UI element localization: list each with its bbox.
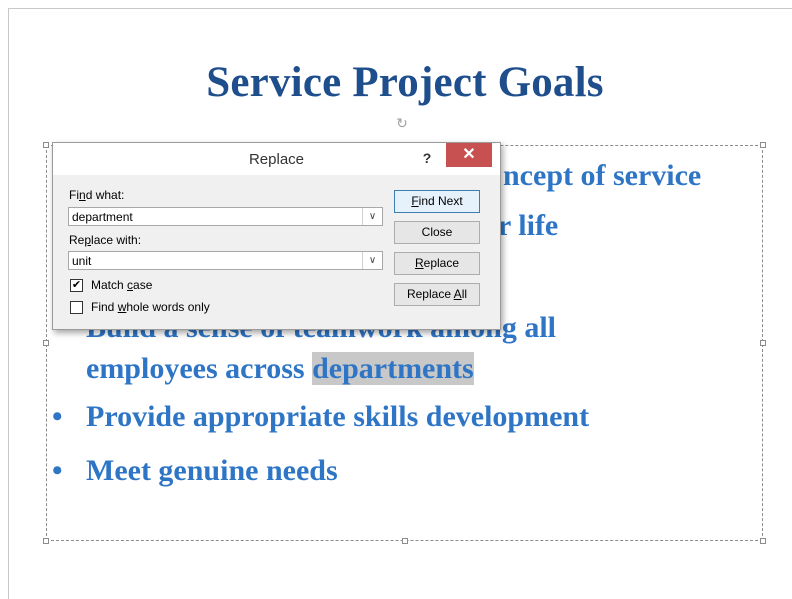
resize-handle[interactable] (760, 340, 766, 346)
dialog-titlebar[interactable]: Replace ? ✕ (53, 143, 500, 175)
replace-with-value: unit (72, 254, 92, 268)
replace-all-button[interactable]: Replace All (394, 283, 480, 306)
match-case-label: Match case (91, 278, 153, 292)
replace-with-input[interactable]: unit ∨ (68, 251, 383, 270)
bullet-line: ncept of service (503, 156, 701, 196)
resize-handle[interactable] (760, 142, 766, 148)
bullet-line: employees across departments (86, 349, 474, 389)
bullet-line: • Provide appropriate skills development (52, 397, 589, 437)
rotate-handle-icon[interactable]: ↻ (395, 116, 409, 130)
resize-handle[interactable] (43, 340, 49, 346)
find-what-input[interactable]: department ∨ (68, 207, 383, 226)
find-what-value: department (72, 210, 133, 224)
chevron-down-icon[interactable]: ∨ (362, 208, 382, 225)
whole-words-checkbox[interactable] (70, 301, 83, 314)
find-what-label: Find what: (69, 188, 125, 202)
bullet-text: ncept of service (503, 159, 702, 192)
chevron-down-icon[interactable]: ∨ (362, 252, 382, 269)
bullet-text: employees across (86, 352, 313, 385)
replace-button[interactable]: Replace (394, 252, 480, 275)
replace-dialog: Replace ? ✕ Find what: department ∨ Repl… (52, 142, 501, 330)
resize-handle[interactable] (402, 538, 408, 544)
close-icon[interactable]: ✕ (446, 143, 492, 167)
bullet-marker: • (52, 454, 63, 487)
help-button[interactable]: ? (417, 148, 437, 168)
slide-border (8, 8, 792, 9)
resize-handle[interactable] (43, 142, 49, 148)
resize-handle[interactable] (760, 538, 766, 544)
find-next-button[interactable]: Find Next (394, 190, 480, 213)
bullet-line: • Meet genuine needs (52, 451, 338, 491)
close-button[interactable]: Close (394, 221, 480, 244)
match-case-checkbox[interactable]: ✔ (70, 279, 83, 292)
bullet-text: Provide appropriate skills development (86, 400, 590, 433)
resize-handle[interactable] (43, 538, 49, 544)
bullet-text: Meet genuine needs (86, 454, 338, 487)
whole-words-label: Find whole words only (91, 300, 210, 314)
bullet-text: r life (498, 209, 559, 242)
replace-with-label: Replace with: (69, 233, 142, 247)
bullet-marker: • (52, 400, 63, 433)
search-highlight: departments (312, 352, 474, 385)
slide-title[interactable]: Service Project Goals (0, 58, 792, 107)
bullet-line: r life (498, 206, 558, 246)
